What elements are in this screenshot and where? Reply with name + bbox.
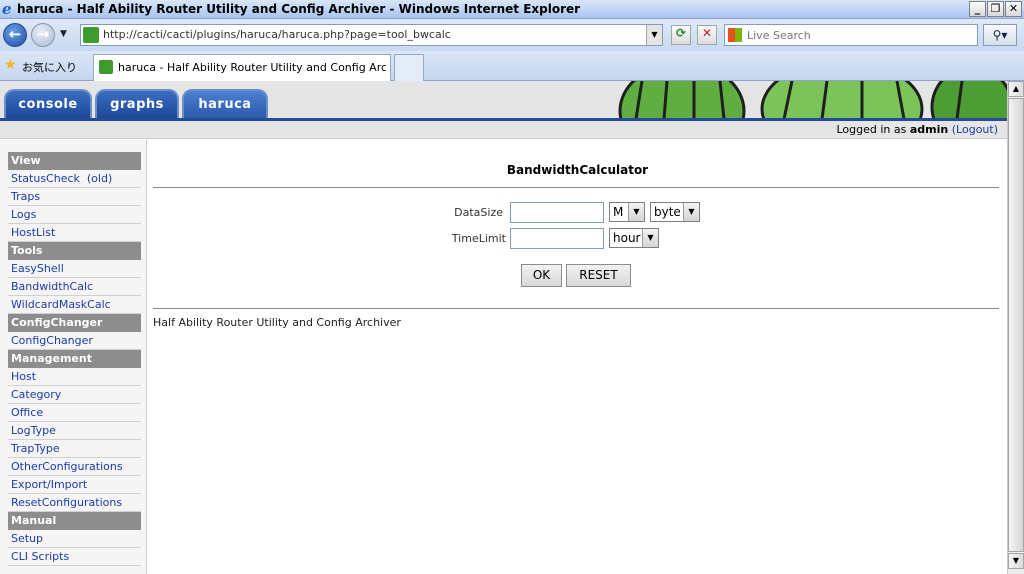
menu-item-otherconfigurations[interactable]: OtherConfigurations — [8, 458, 141, 476]
scroll-down-icon[interactable]: ▼ — [1008, 553, 1024, 569]
datasize-type-select[interactable]: byte ▼ — [650, 202, 700, 222]
menu-item-host[interactable]: Host — [8, 368, 141, 386]
datasize-unit-select[interactable]: M ▼ — [609, 202, 645, 222]
scroll-up-icon[interactable]: ▲ — [1008, 81, 1024, 97]
cacti-header: console graphs haruca — [0, 81, 1007, 120]
maximize-button[interactable]: ❐ — [987, 1, 1004, 17]
timelimit-unit-value: hour — [613, 231, 641, 245]
tab-graphs[interactable]: graphs — [95, 89, 179, 120]
menu-header-view: View — [8, 152, 141, 170]
minimize-button[interactable]: _ — [969, 1, 986, 17]
vertical-scrollbar[interactable]: ▲ ▼ — [1007, 81, 1024, 574]
stop-icon: ✕ — [701, 26, 713, 40]
datasize-input[interactable] — [510, 202, 604, 223]
chevron-down-icon: ▼ — [628, 203, 644, 221]
browser-tab-active[interactable]: haruca - Half Ability Router Utility and… — [93, 54, 391, 81]
browser-tab-title: haruca - Half Ability Router Utility and… — [118, 61, 386, 74]
menu-header-manual: Manual — [8, 512, 141, 530]
timelimit-label: TimeLimit — [451, 232, 506, 245]
menu-header-tools: Tools — [8, 242, 141, 260]
search-icon: ⚲▾ — [992, 28, 1008, 42]
menu-item-traps[interactable]: Traps — [8, 188, 141, 206]
menu-item-configchanger[interactable]: ConfigChanger — [8, 332, 141, 350]
live-search-icon — [728, 28, 742, 42]
back-button[interactable]: ← — [3, 23, 27, 47]
footer-divider — [153, 308, 999, 309]
address-url[interactable]: http://cacti/cacti/plugins/haruca/haruca… — [103, 28, 451, 41]
datasize-unit-value: M — [613, 205, 624, 219]
new-tab-button[interactable] — [394, 54, 424, 81]
search-placeholder: Live Search — [747, 29, 811, 42]
cactus-banner-image — [612, 81, 1007, 119]
internet-explorer-icon: e — [2, 0, 12, 18]
arrow-left-icon: ← — [8, 25, 22, 43]
refresh-button[interactable]: ⟳ — [671, 25, 691, 45]
ok-button[interactable]: OK — [521, 264, 562, 287]
tab-favicon-icon — [99, 60, 113, 74]
menu-item-office[interactable]: Office — [8, 404, 141, 422]
refresh-icon: ⟳ — [675, 26, 687, 40]
timelimit-unit-select[interactable]: hour ▼ — [609, 228, 659, 248]
menu-item-bandwidthcalc[interactable]: BandwidthCalc — [8, 278, 141, 296]
login-status: Logged in as admin (Logout) — [837, 123, 999, 136]
chevron-down-icon: ▼ — [642, 229, 658, 247]
menu-item-logs[interactable]: Logs — [8, 206, 141, 224]
datasize-type-value: byte — [654, 205, 681, 219]
reset-button[interactable]: RESET — [566, 264, 631, 287]
username: admin — [909, 123, 949, 136]
menu-item-hostlist[interactable]: HostList — [8, 224, 141, 242]
close-window-button[interactable]: ✕ — [1005, 1, 1022, 17]
menu-item-category[interactable]: Category — [8, 386, 141, 404]
history-dropdown-icon[interactable]: ▼ — [60, 29, 67, 39]
login-bar: Logged in as admin (Logout) — [0, 121, 1007, 139]
menu-item-setup[interactable]: Setup — [8, 530, 141, 548]
timelimit-input[interactable] — [510, 228, 604, 249]
menu-item-traptype[interactable]: TrapType — [8, 440, 141, 458]
arrow-right-icon: → — [36, 25, 50, 43]
tab-haruca[interactable]: haruca — [182, 89, 268, 120]
window-title: haruca - Half Ability Router Utility and… — [17, 2, 581, 16]
address-dropdown-icon[interactable]: ▼ — [646, 25, 662, 45]
page-title: BandwidthCalculator — [506, 163, 649, 177]
menu-item-easyshell[interactable]: EasyShell — [8, 260, 141, 278]
search-button[interactable]: ⚲▾ — [983, 24, 1017, 46]
menu-item-cli-scripts[interactable]: CLI Scripts — [8, 548, 141, 566]
logout-link[interactable]: (Logout) — [952, 123, 998, 136]
login-prefix: Logged in as — [836, 123, 907, 136]
favorites-star-icon[interactable]: ★ — [4, 58, 17, 72]
menu-item-logtype[interactable]: LogType — [8, 422, 141, 440]
site-favicon-icon — [83, 27, 99, 43]
menu-item-statuscheck[interactable]: StatusCheck (old) — [8, 170, 141, 188]
stop-button[interactable]: ✕ — [697, 25, 717, 45]
chevron-down-icon: ▼ — [683, 203, 699, 221]
address-bar[interactable]: http://cacti/cacti/plugins/haruca/haruca… — [80, 24, 663, 46]
menu-item-resetconfigurations[interactable]: ResetConfigurations — [8, 494, 141, 512]
sidebar: View StatusCheck (old) Traps Logs HostLi… — [0, 140, 147, 574]
menu-header-configchanger: ConfigChanger — [8, 314, 141, 332]
footer-text: Half Ability Router Utility and Config A… — [153, 316, 401, 329]
forward-button[interactable]: → — [31, 23, 55, 47]
window-title-bar: e haruca - Half Ability Router Utility a… — [0, 0, 1024, 19]
menu-item-export-import[interactable]: Export/Import — [8, 476, 141, 494]
favorites-button[interactable]: お気に入り — [22, 59, 77, 75]
search-input[interactable]: Live Search — [724, 24, 978, 46]
navigation-bar: ← → ▼ http://cacti/cacti/plugins/haruca/… — [0, 19, 1024, 51]
scrollbar-thumb[interactable] — [1008, 98, 1024, 552]
main-content: BandwidthCalculator DataSize M ▼ byte ▼ … — [148, 140, 1007, 574]
tab-console[interactable]: console — [4, 89, 92, 120]
menu-item-wildcardmaskcalc[interactable]: WildcardMaskCalc — [8, 296, 141, 314]
title-divider — [153, 187, 999, 188]
menu-header-management: Management — [8, 350, 141, 368]
datasize-label: DataSize — [454, 206, 503, 219]
tab-bar: ★ お気に入り haruca - Half Ability Router Uti… — [0, 51, 1024, 81]
